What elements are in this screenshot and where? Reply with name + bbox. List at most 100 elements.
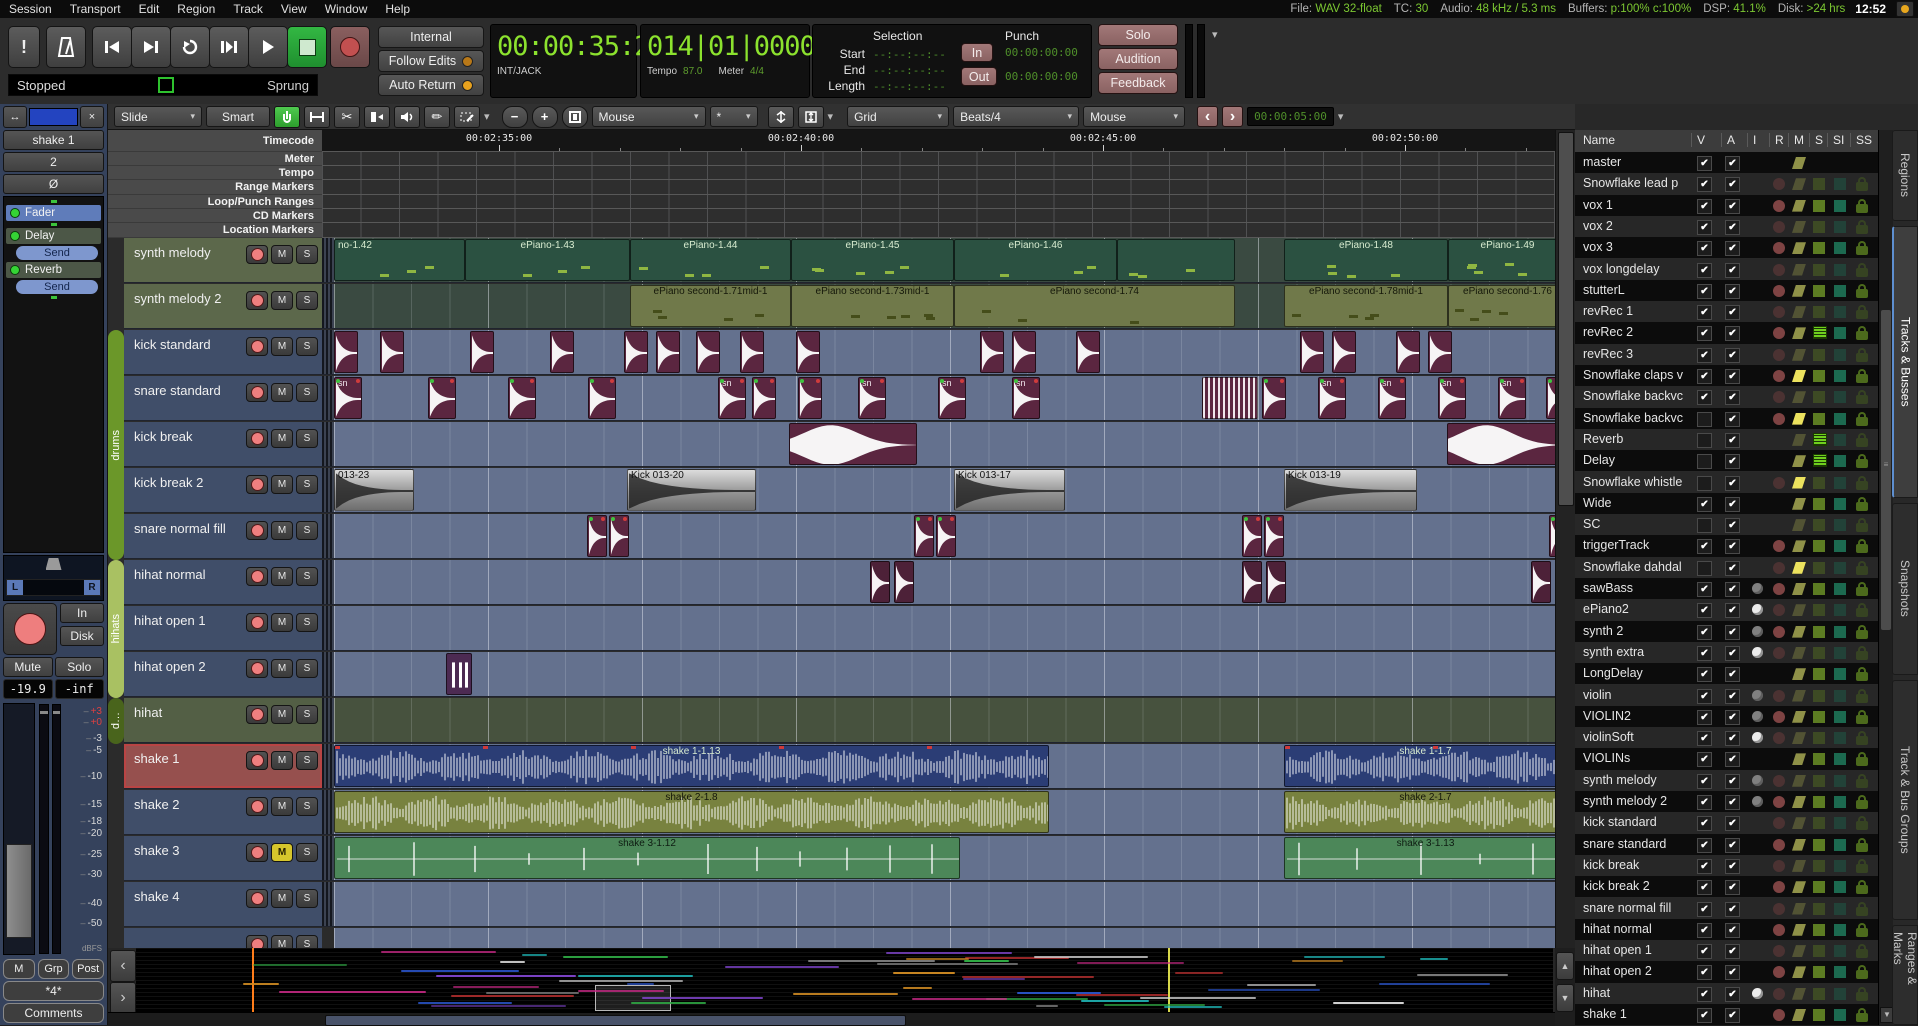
mute-state-icon[interactable]: [1792, 945, 1806, 957]
list-row-ePiano2[interactable]: ePiano2✔✔: [1575, 599, 1878, 620]
visible-checkbox[interactable]: ✔: [1697, 816, 1712, 831]
delay-send[interactable]: Send: [16, 246, 98, 260]
region[interactable]: shake 1-1.7: [1284, 745, 1555, 787]
visible-checkbox[interactable]: ✔: [1697, 177, 1712, 192]
track-record-button[interactable]: [246, 383, 268, 402]
list-row-name[interactable]: vox longdelay: [1583, 262, 1693, 276]
list-row-name[interactable]: Wide: [1583, 496, 1693, 510]
active-checkbox[interactable]: ✔: [1725, 326, 1740, 341]
track-record-button[interactable]: [246, 567, 268, 586]
solo-safe-lock-icon[interactable]: [1856, 374, 1868, 383]
solo-isolate-icon[interactable]: [1834, 732, 1846, 744]
list-row-Snowflake-dahdal[interactable]: Snowflake dahdal✔: [1575, 557, 1878, 578]
visible-checkbox[interactable]: ✔: [1697, 667, 1712, 682]
visible-checkbox[interactable]: ✔: [1697, 1008, 1712, 1023]
active-checkbox[interactable]: ✔: [1725, 731, 1740, 746]
region[interactable]: no-1.42: [334, 239, 465, 281]
mute-state-icon[interactable]: [1792, 753, 1806, 765]
list-column-ss[interactable]: SS: [1850, 133, 1872, 147]
mute-state-icon[interactable]: [1792, 604, 1806, 616]
region[interactable]: sn: [1438, 377, 1466, 419]
solo-isolate-icon[interactable]: [1834, 626, 1846, 638]
visible-checkbox[interactable]: ✔: [1697, 710, 1712, 725]
active-checkbox[interactable]: ✔: [1725, 689, 1740, 704]
list-row-name[interactable]: violin: [1583, 688, 1693, 702]
list-column-r[interactable]: R: [1769, 133, 1784, 147]
list-row-Wide[interactable]: Wide✔✔: [1575, 493, 1878, 514]
region[interactable]: [1242, 515, 1262, 557]
tempo-value[interactable]: 87.0: [683, 66, 702, 77]
solo-safe-lock-icon[interactable]: [1856, 800, 1868, 809]
region[interactable]: [1012, 331, 1036, 373]
tool-stretch-button[interactable]: [364, 106, 390, 128]
zoom-chevron[interactable]: ▾: [828, 110, 834, 123]
list-row-revRec-1[interactable]: revRec 1✔✔: [1575, 301, 1878, 322]
list-row-snare-normal-fill[interactable]: snare normal fill✔✔: [1575, 898, 1878, 919]
region[interactable]: 013-23: [334, 469, 414, 511]
list-row-vox-2[interactable]: vox 2✔✔: [1575, 216, 1878, 237]
record-safe-icon[interactable]: [1773, 817, 1785, 829]
solo-isolate-icon[interactable]: [1834, 498, 1846, 510]
nudge-back-button[interactable]: ‹: [1197, 106, 1218, 127]
mute-state-icon[interactable]: [1792, 221, 1806, 233]
reverb-send[interactable]: Send: [16, 280, 98, 294]
visible-checkbox[interactable]: ✔: [1697, 199, 1712, 214]
region[interactable]: [1266, 561, 1286, 603]
visible-checkbox[interactable]: ✔: [1697, 497, 1712, 512]
mute-state-icon[interactable]: [1792, 285, 1806, 297]
menu-item-track[interactable]: Track: [224, 2, 272, 16]
track-record-button[interactable]: [246, 935, 268, 948]
list-row-name[interactable]: violinSoft: [1583, 730, 1693, 744]
solo-state-icon[interactable]: [1813, 540, 1825, 552]
record-button[interactable]: [330, 26, 370, 68]
track-name[interactable]: snare standard: [134, 383, 246, 398]
track-record-button[interactable]: [246, 613, 268, 632]
pan-control[interactable]: L R: [3, 555, 104, 601]
region[interactable]: [1264, 515, 1284, 557]
visible-checkbox[interactable]: ✔: [1697, 625, 1712, 640]
ruler-label-timecode[interactable]: Timecode: [108, 130, 322, 152]
mute-state-icon[interactable]: [1792, 924, 1806, 936]
list-row-sawBass[interactable]: sawBass✔✔: [1575, 578, 1878, 599]
solo-state-icon[interactable]: [1813, 668, 1825, 680]
monitor-disk-button[interactable]: Disk: [60, 626, 104, 646]
solo-track-button[interactable]: Solo: [55, 657, 105, 677]
region[interactable]: [428, 377, 456, 419]
visible-checkbox[interactable]: ✔: [1697, 923, 1712, 938]
solo-isolate-icon[interactable]: [1834, 413, 1846, 425]
region[interactable]: sn: [938, 377, 966, 419]
list-row-name[interactable]: Snowflake lead p: [1583, 176, 1693, 190]
region[interactable]: ePiano-1.48: [1284, 239, 1448, 281]
solo-state-icon[interactable]: [1813, 924, 1825, 936]
list-row-name[interactable]: vox 2: [1583, 219, 1693, 233]
mute-state-icon[interactable]: [1792, 860, 1806, 872]
region[interactable]: [1117, 239, 1235, 281]
track-record-button[interactable]: [246, 705, 268, 724]
region[interactable]: [740, 331, 764, 373]
solo-safe-lock-icon[interactable]: [1856, 757, 1868, 766]
list-row-name[interactable]: VIOLINs: [1583, 751, 1693, 765]
summary-canvas[interactable]: [136, 948, 1553, 1012]
list-row-name[interactable]: triggerTrack: [1583, 538, 1693, 552]
feedback-button[interactable]: Feedback: [1098, 72, 1178, 94]
track-record-button[interactable]: [246, 751, 268, 770]
solo-isolate-icon[interactable]: [1834, 434, 1846, 446]
track-record-button[interactable]: [246, 521, 268, 540]
track-name[interactable]: shake 3: [134, 843, 246, 858]
active-checkbox[interactable]: ✔: [1725, 774, 1740, 789]
active-checkbox[interactable]: ✔: [1725, 795, 1740, 810]
region[interactable]: ePiano-1.49: [1448, 239, 1555, 281]
list-row-name[interactable]: Snowflake claps v: [1583, 368, 1693, 382]
visible-checkbox[interactable]: ✔: [1697, 795, 1712, 810]
horizontal-scrollbar-thumb[interactable]: [325, 1015, 906, 1026]
track-header[interactable]: hihat open 2MS: [124, 652, 322, 697]
list-row-name[interactable]: SC: [1583, 517, 1693, 531]
track-record-button[interactable]: [246, 797, 268, 816]
active-checkbox[interactable]: ✔: [1725, 838, 1740, 853]
region[interactable]: [1076, 331, 1100, 373]
list-row-name[interactable]: sawBass: [1583, 581, 1693, 595]
ruler-lane-range-markers[interactable]: [322, 180, 1555, 195]
menu-item-session[interactable]: Session: [0, 2, 61, 16]
region[interactable]: sn: [718, 377, 746, 419]
mute-state-icon[interactable]: [1792, 796, 1806, 808]
